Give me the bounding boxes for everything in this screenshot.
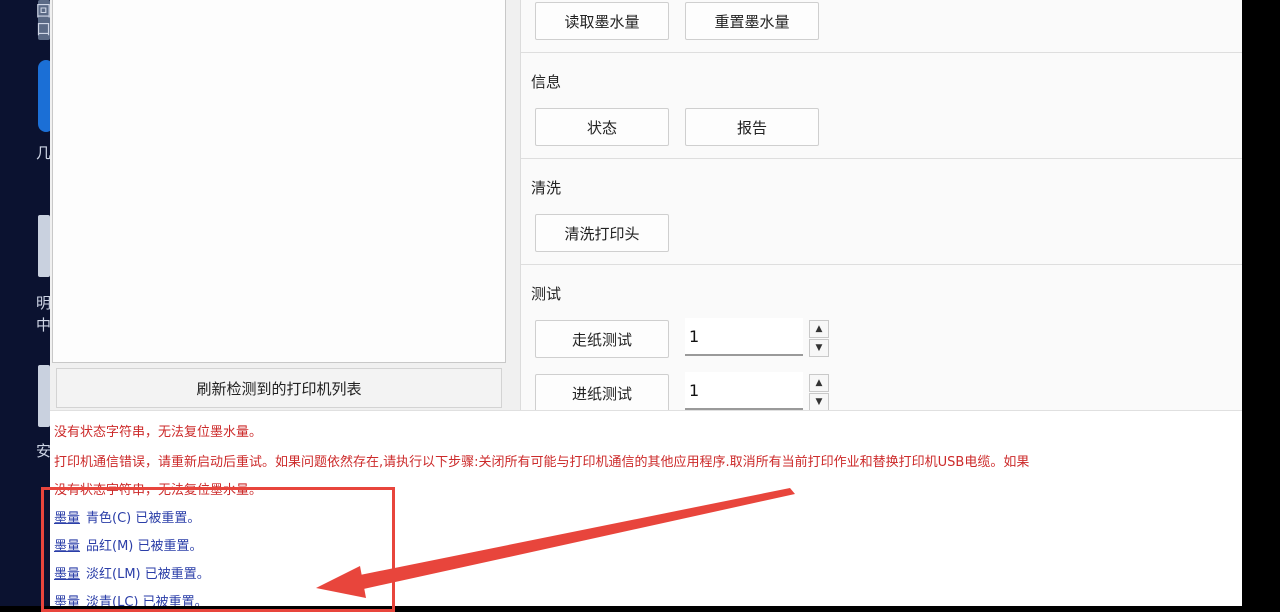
- annotation-arrow: [316, 488, 795, 598]
- annotation-arrowhead: [316, 566, 366, 598]
- annotation-arrow-shape: [355, 488, 795, 590]
